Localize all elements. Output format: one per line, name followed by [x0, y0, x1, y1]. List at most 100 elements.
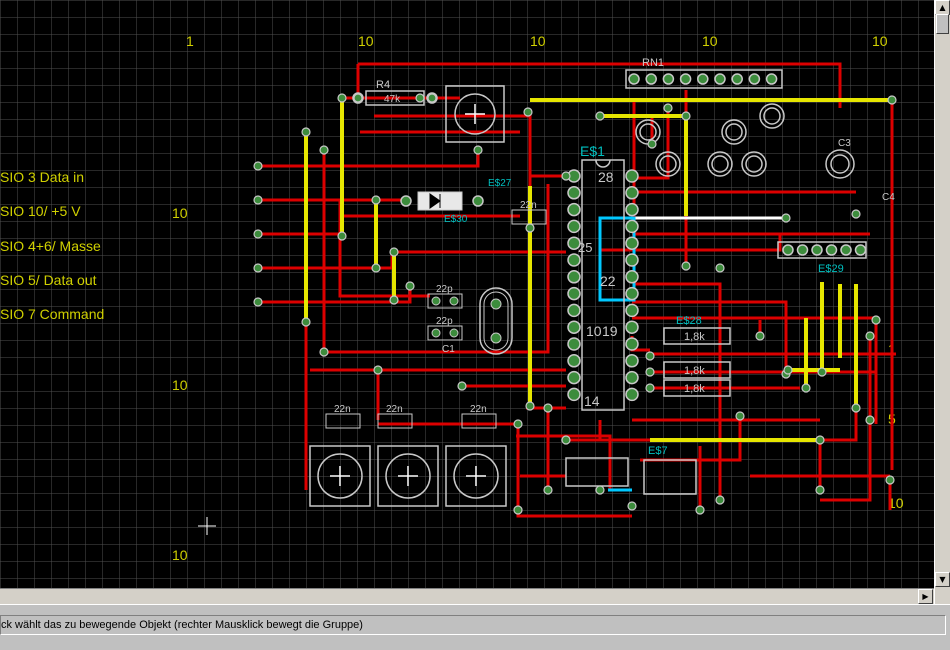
vertical-scrollbar[interactable]: ▲ ▼ [934, 0, 950, 604]
ic-pin-pad [567, 303, 581, 318]
res-label-1k8-a: 1,8k [684, 331, 705, 343]
cap-label-22n-c: 22n [470, 404, 487, 415]
rn1-pin-pad [697, 73, 709, 85]
via-pad [783, 365, 793, 375]
ic-pin-pad [625, 370, 639, 385]
ic-pin-25-label: 25 [578, 240, 592, 255]
e29-pin-pad [840, 244, 852, 256]
via-pad [715, 263, 725, 273]
rn1-pin-pad [662, 73, 675, 85]
via-pad [319, 347, 329, 357]
c3-label: C3 [838, 138, 851, 149]
via-pad [473, 145, 483, 155]
ic-pin-pad [625, 320, 639, 334]
layout-editor-canvas[interactable]: 1 10 10 10 10 10 10 10 1 5 10 SIO 3 Data… [0, 0, 934, 588]
via-pad [645, 367, 655, 377]
ic-pin-pad [567, 286, 581, 301]
scroll-right-icon[interactable]: ▶ [918, 589, 933, 604]
connector-label-command: SIO 7 Command [0, 306, 104, 322]
ic-pin-pad [625, 253, 639, 267]
vertical-scroll-thumb[interactable] [936, 14, 949, 34]
e29-pin-pad [825, 244, 838, 256]
res-label-1k8-c: 1,8k [684, 383, 705, 395]
cap-label-22n-d: 22n [520, 200, 537, 211]
ic-pin-pad [625, 337, 639, 351]
via-pad [851, 209, 861, 219]
via-pad [319, 145, 329, 155]
grid-label-left-10a: 10 [172, 205, 188, 221]
cap-label-22p-b: 22p [436, 316, 453, 327]
ic-pin-pad [625, 303, 639, 318]
grid-label-top-10b: 10 [530, 33, 546, 49]
rn1-pin-pad [679, 73, 692, 85]
via-pad [525, 401, 535, 411]
ic-pin-19-label: 19 [602, 323, 618, 339]
ic-pin-pad [567, 186, 581, 200]
scroll-up-icon[interactable]: ▲ [935, 0, 950, 15]
ic-pin-pad [625, 169, 639, 183]
via-pad [405, 281, 415, 291]
via-pad [817, 367, 827, 377]
via-pad [253, 161, 263, 171]
ic-pin-pad [625, 387, 639, 402]
ic-pin-pad [567, 354, 581, 368]
cap-label-22p-a: 22p [436, 284, 453, 295]
e29-pin-pad [811, 244, 823, 256]
rn1-pin-pad [731, 73, 743, 85]
ic-pin-pad [567, 253, 581, 267]
rn1-pin-pad [765, 73, 778, 85]
via-pad [865, 415, 875, 425]
via-pad [887, 95, 897, 105]
via-pad [301, 127, 311, 137]
r4-label: R4 [376, 79, 390, 91]
via-pad [337, 93, 347, 103]
via-pad [337, 231, 347, 241]
via-pad [523, 107, 533, 117]
rn1-pin-pad [628, 73, 640, 85]
grid-label-left-10b: 10 [172, 377, 188, 393]
ic-pin-pad [625, 219, 639, 234]
via-pad [801, 383, 811, 393]
connector-label-data-out: SIO 5/ Data out [0, 272, 97, 288]
connector-label-5v: SIO 10/ +5 V [0, 203, 81, 219]
ic-pin-14-label: 14 [584, 393, 600, 409]
ic-pin-10-label: 10 [586, 323, 602, 339]
cap-label-22n-a: 22n [334, 404, 351, 415]
connector-label-data-in: SIO 3 Data in [0, 169, 84, 185]
via-pad [543, 403, 553, 413]
via-pad [595, 485, 605, 495]
via-pad [389, 295, 399, 305]
e29-label: E$29 [818, 263, 844, 275]
via-pad [389, 247, 399, 257]
horizontal-scrollbar[interactable]: ▶ [0, 588, 934, 604]
e29-pin-pad [854, 244, 867, 256]
via-pad [851, 403, 861, 413]
scroll-down-icon[interactable]: ▼ [935, 572, 950, 587]
via-pad [253, 263, 263, 273]
grid-label-top-10a: 10 [358, 33, 374, 49]
res-label-1k8-b: 1,8k [684, 365, 705, 377]
via-pad [781, 213, 791, 223]
ic-e1-label: E$1 [580, 143, 605, 159]
ic-pin-pad [625, 236, 639, 250]
via-pad [815, 435, 825, 445]
via-pad [561, 171, 571, 181]
e29-pin-pad [796, 244, 809, 256]
via-pad [513, 505, 523, 515]
pcb-board[interactable]: 1 10 10 10 10 10 10 10 1 5 10 SIO 3 Data… [0, 0, 934, 588]
ic-pin-pad [567, 337, 581, 351]
ic-pin-pad [625, 286, 639, 301]
ic-pin-22-label: 22 [600, 273, 616, 289]
via-pad [663, 103, 673, 113]
via-pad [715, 495, 725, 505]
ic-pin-pad [625, 202, 639, 217]
c4-label: C4 [882, 192, 895, 203]
via-pad [353, 93, 363, 103]
r4-value: 47k [384, 94, 401, 105]
via-pad [253, 229, 263, 239]
via-pad [457, 381, 467, 391]
via-pad [645, 351, 655, 361]
ic-pin-pad [567, 320, 581, 334]
grid-label-left-10c: 10 [172, 547, 188, 563]
via-pad [525, 223, 535, 233]
